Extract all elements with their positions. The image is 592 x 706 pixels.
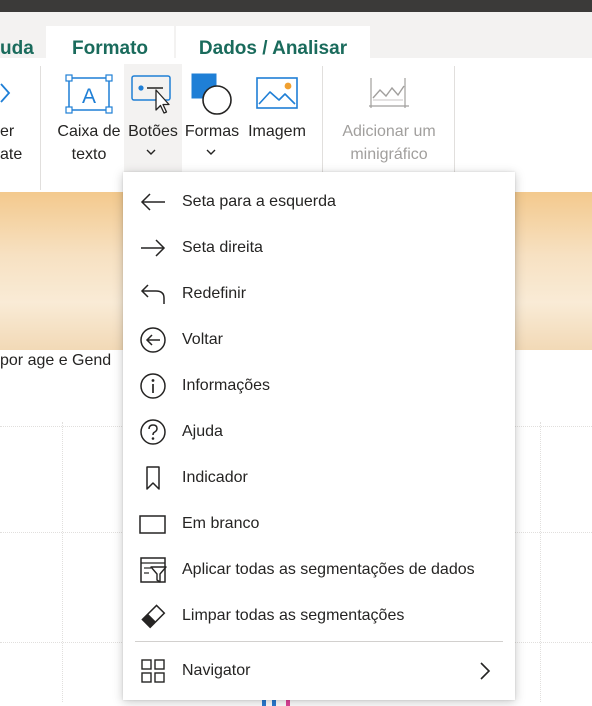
ribbon-separator <box>454 66 455 174</box>
info-icon <box>137 372 169 400</box>
ribbon-separator <box>322 66 323 174</box>
text-box-label-line1: Caixa de <box>57 123 121 140</box>
menu-item-apply-all-slicers[interactable]: Aplicar todas as segmentações de dados <box>123 547 515 593</box>
menu-item-label: Indicador <box>182 469 248 486</box>
menu-item-label: Em branco <box>182 515 260 532</box>
menu-item-label: Navigator <box>182 662 251 679</box>
text-box-label-line2: texto <box>71 146 107 163</box>
help-icon <box>137 418 169 446</box>
menu-item-help[interactable]: Ajuda <box>123 409 515 455</box>
navigator-icon <box>137 657 169 685</box>
sparkline-label-line2: minigráfico <box>350 146 428 163</box>
chevron-right-icon <box>479 662 491 680</box>
ribbon-tab-row: uda Formato Dados / Analisar <box>0 12 592 70</box>
bookmark-icon <box>137 464 169 492</box>
menu-item-label: Voltar <box>182 331 223 348</box>
buttons-chevron-down-icon <box>146 148 156 156</box>
menu-item-bookmark[interactable]: Indicador <box>123 455 515 501</box>
menu-item-arrow-left[interactable]: Seta para a esquerda <box>123 179 515 225</box>
ribbon-partial-chevron-icon[interactable] <box>0 82 12 104</box>
buttons-dropdown-menu: Seta para a esquerda Seta direita Redefi… <box>123 172 515 700</box>
menu-item-label: Redefinir <box>182 285 247 302</box>
menu-item-reset[interactable]: Redefinir <box>123 271 515 317</box>
arrow-right-icon <box>137 234 169 262</box>
title-bar <box>0 0 592 12</box>
reset-icon <box>137 280 169 308</box>
tab-label: Dados / Analisar <box>198 38 348 59</box>
menu-item-navigator[interactable]: Navigator <box>123 648 515 694</box>
buttons-icon <box>130 74 176 114</box>
apply-slicers-icon <box>137 556 169 584</box>
ribbon-partial-label[interactable]: er ate <box>0 120 22 166</box>
chart-title: por age e Gend <box>0 352 112 369</box>
menu-item-arrow-right[interactable]: Seta direita <box>123 225 515 271</box>
clear-slicers-icon <box>137 602 169 630</box>
text-box-label: Caixa de texto <box>52 120 126 166</box>
image-icon <box>255 76 299 110</box>
menu-item-label: Seta direita <box>182 239 263 256</box>
text-box-button[interactable]: A Caixa de texto <box>52 70 126 180</box>
gridline <box>540 422 541 702</box>
text-box-icon: A <box>65 74 113 114</box>
shapes-icon <box>190 72 234 116</box>
menu-item-label: Informações <box>182 377 271 394</box>
menu-item-label: Seta para a esquerda <box>182 193 336 210</box>
buttons-button[interactable]: Botões <box>124 64 182 176</box>
back-circle-icon <box>137 326 169 354</box>
sparkline-label-line1: Adicionar um <box>342 123 436 140</box>
image-button[interactable]: Imagem <box>242 70 312 180</box>
ribbon-separator <box>40 66 41 190</box>
shapes-label: Formas <box>184 123 240 140</box>
menu-item-label: Ajuda <box>182 423 223 440</box>
menu-item-label: Limpar todas as segmentações <box>182 607 405 624</box>
ribbon-partial-line2: ate <box>0 146 23 163</box>
svg-text:A: A <box>82 85 96 108</box>
gridline <box>62 422 63 702</box>
arrow-left-icon <box>137 188 169 216</box>
menu-item-info[interactable]: Informações <box>123 363 515 409</box>
ribbon-partial-line1: er <box>0 123 15 140</box>
tab-label: uda <box>0 38 34 59</box>
shapes-chevron-down-icon <box>206 148 216 156</box>
sparkline-icon <box>367 76 411 112</box>
menu-item-blank[interactable]: Em branco <box>123 501 515 547</box>
shapes-button[interactable]: Formas <box>184 70 240 180</box>
menu-item-clear-all-slicers[interactable]: Limpar todas as segmentações <box>123 593 515 639</box>
sparkline-label: Adicionar um minigráfico <box>330 120 448 166</box>
tab-label: Formato <box>72 38 148 59</box>
menu-separator <box>135 641 503 642</box>
image-label: Imagem <box>248 123 306 140</box>
blank-icon <box>137 510 169 538</box>
menu-item-back[interactable]: Voltar <box>123 317 515 363</box>
add-sparkline-button[interactable]: Adicionar um minigráfico <box>334 70 444 180</box>
menu-item-label: Aplicar todas as segmentações de dados <box>182 561 475 578</box>
buttons-label: Botões <box>128 123 178 140</box>
